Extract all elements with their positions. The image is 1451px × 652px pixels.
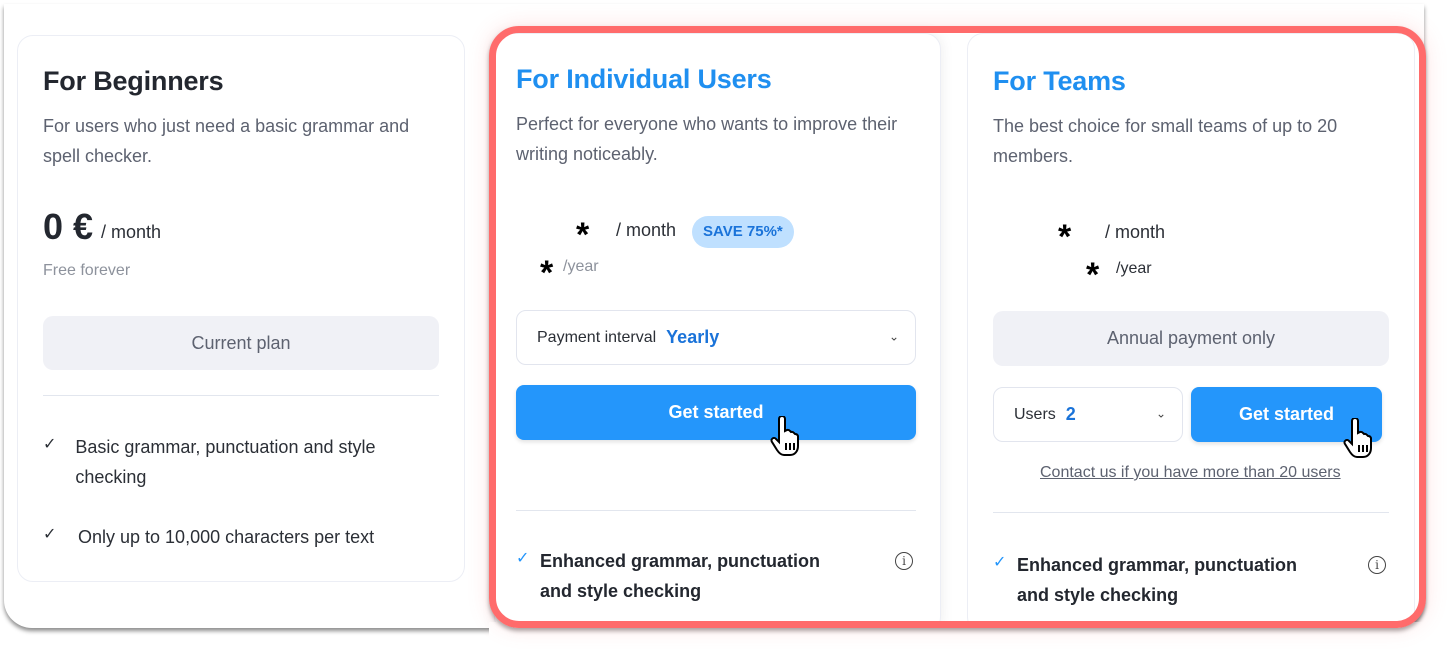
divider [993, 512, 1389, 513]
plan-description: The best choice for small teams of up to… [993, 116, 1338, 166]
feature-item: ✓ Basic grammar, punctuation and style c… [43, 432, 423, 492]
hand-cursor-icon [770, 416, 799, 456]
price-yearly: * [1086, 256, 1100, 294]
info-icon[interactable]: i [1368, 556, 1386, 574]
check-icon: ✓ [993, 554, 1007, 571]
feature-item: ✓ Enhanced grammar, punctuation and styl… [993, 550, 1323, 610]
divider [43, 395, 439, 396]
plan-description: For users who just need a basic grammar … [43, 116, 410, 166]
plan-card-beginners: For Beginners For users who just need a … [17, 35, 465, 582]
price-period: / month [616, 220, 677, 240]
chevron-down-icon: ⌄ [1155, 406, 1166, 421]
get-started-button[interactable]: Get started [516, 385, 916, 440]
feature-item: ✓ Enhanced grammar, punctuation and styl… [516, 546, 846, 606]
users-label: Users [1014, 405, 1056, 423]
chevron-down-icon: ⌄ [888, 329, 899, 344]
price-period: / month [1105, 222, 1166, 242]
users-value: 2 [1065, 404, 1076, 424]
plan-title: For Teams [993, 66, 1126, 96]
info-icon[interactable]: i [895, 552, 913, 570]
plan-title: For Individual Users [516, 64, 772, 94]
payment-interval-value: Yearly [666, 327, 720, 347]
payment-interval-label: Payment interval [537, 328, 657, 346]
plan-price: 0 € [43, 206, 94, 247]
check-icon: ✓ [516, 550, 530, 567]
price-note: Free forever [43, 262, 131, 279]
plan-card-teams: For Teams The best choice for small team… [967, 33, 1415, 633]
feature-item: ✓ Only up to 10,000 characters per text [43, 522, 423, 552]
annual-payment-only-label: Annual payment only [993, 311, 1389, 366]
mask [489, 622, 1429, 652]
payment-interval-select[interactable]: Payment interval Yearly ⌄ [516, 310, 916, 365]
check-icon: ✓ [43, 436, 57, 453]
yearly-period: /year [1116, 260, 1152, 277]
save-badge: SAVE 75%* [692, 216, 794, 248]
price-monthly: * [576, 216, 590, 254]
plan-title: For Beginners [43, 66, 224, 96]
yearly-period: /year [563, 258, 599, 275]
current-plan-button[interactable]: Current plan [43, 316, 439, 370]
hand-cursor-icon [1343, 418, 1372, 458]
price-yearly: * [540, 254, 554, 292]
plan-description: Perfect for everyone who wants to improv… [516, 114, 898, 164]
users-select[interactable]: Users 2 ⌄ [993, 387, 1183, 442]
contact-us-link[interactable]: Contact us if you have more than 20 user… [1040, 464, 1341, 482]
price-monthly: * [1058, 218, 1072, 256]
check-icon: ✓ [43, 526, 57, 543]
divider [516, 510, 916, 511]
plan-card-individual: For Individual Users Perfect for everyon… [494, 33, 941, 633]
price-period: / month [101, 222, 162, 242]
